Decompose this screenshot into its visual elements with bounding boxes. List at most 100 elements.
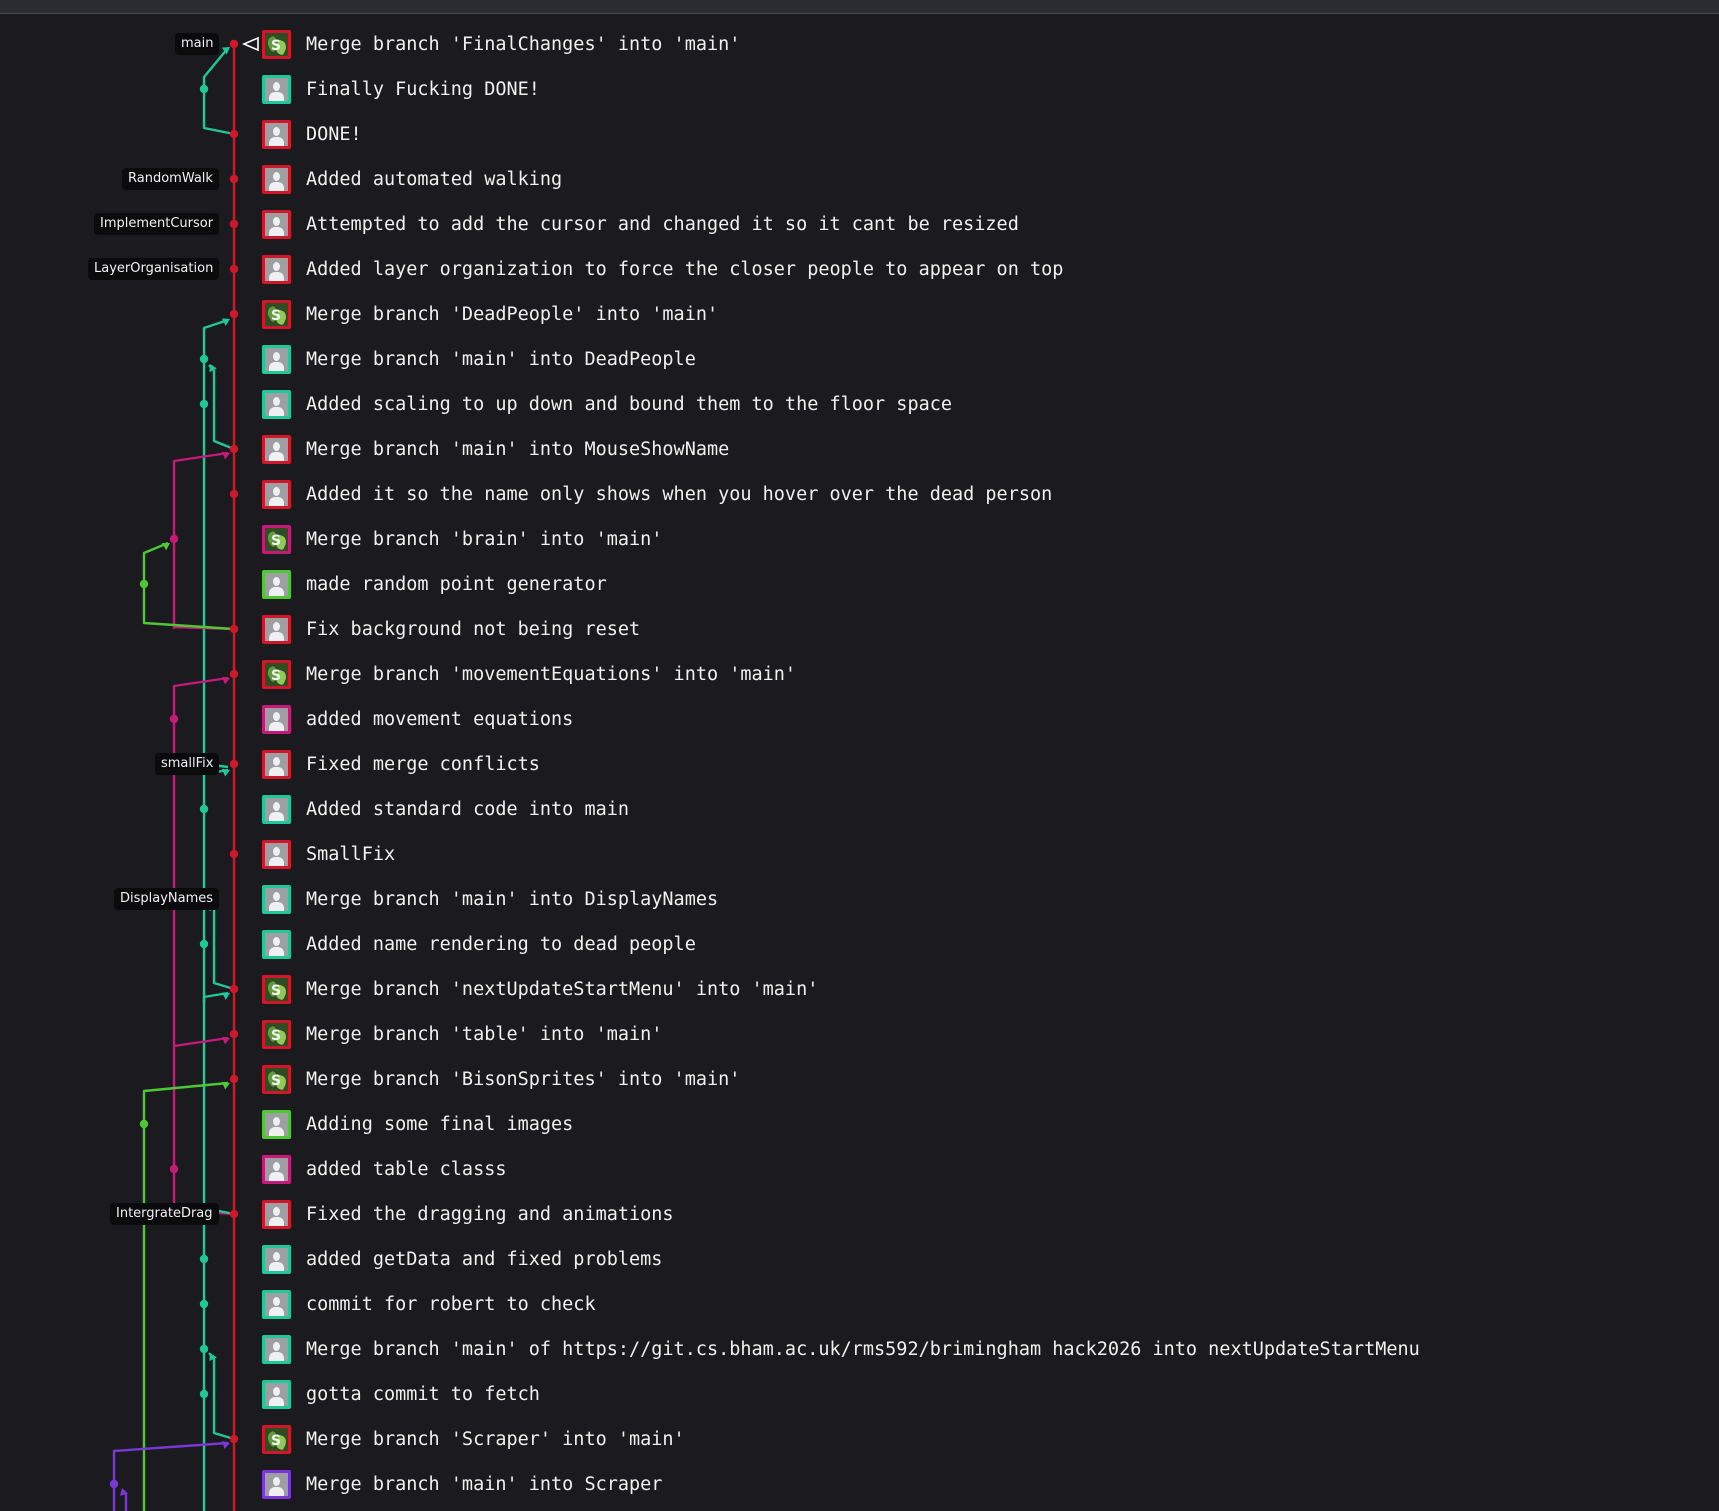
commit-message: Merge branch 'DeadPeople' into 'main'	[306, 304, 719, 325]
commit-node	[199, 1344, 209, 1354]
commit-message: added movement equations	[306, 709, 574, 730]
commit-node	[229, 1074, 239, 1084]
commit-row[interactable]: S Merge branch 'movementEquations' into '…	[262, 652, 1702, 697]
commit-message: Added automated walking	[306, 169, 563, 190]
commit-row[interactable]: gotta commit to fetch	[262, 1372, 1702, 1417]
commit-node	[229, 1434, 239, 1444]
commit-row[interactable]: Attempted to add the cursor and changed …	[262, 202, 1702, 247]
commit-row[interactable]: made random point generator	[262, 562, 1702, 607]
author-avatar	[262, 1200, 291, 1229]
commit-message: Merge branch 'main' of https://git.cs.bh…	[306, 1339, 1420, 1360]
commit-node	[169, 714, 179, 724]
branch-label[interactable]: IntergrateDrag	[110, 1203, 219, 1225]
commit-row[interactable]: Fixed the dragging and animations	[262, 1192, 1702, 1237]
author-avatar	[262, 210, 291, 239]
commit-message: Merge branch 'BisonSprites' into 'main'	[306, 1069, 741, 1090]
commit-row[interactable]: Fix background not being reset	[262, 607, 1702, 652]
commit-row[interactable]: Finally Fucking DONE!	[262, 67, 1702, 112]
commit-row[interactable]: Added automated walking	[262, 157, 1702, 202]
commit-node	[199, 399, 209, 409]
commit-node	[199, 354, 209, 364]
author-avatar	[262, 885, 291, 914]
commit-row[interactable]: commit for robert to check	[262, 1282, 1702, 1327]
branch-label[interactable]: LayerOrganisation	[88, 258, 220, 280]
branch-label[interactable]: DisplayNames	[114, 888, 220, 910]
commit-message: commit for robert to check	[306, 1294, 596, 1315]
commit-node	[229, 984, 239, 994]
author-avatar	[262, 435, 291, 464]
author-avatar	[262, 615, 291, 644]
commit-message: Merge branch 'main' into DeadPeople	[306, 349, 696, 370]
commit-row[interactable]: Merge branch 'main' into DisplayNames	[262, 877, 1702, 922]
commit-message: Merge branch 'FinalChanges' into 'main'	[306, 34, 741, 55]
author-avatar	[262, 165, 291, 194]
author-avatar	[262, 255, 291, 284]
commit-row[interactable]: added getData and fixed problems	[262, 1237, 1702, 1282]
commit-node	[229, 264, 239, 274]
author-photo-avatar: S	[262, 525, 291, 554]
commit-node	[139, 1119, 149, 1129]
commit-row[interactable]: S Merge branch 'nextUpdateStartMenu' into…	[262, 967, 1702, 1012]
graph-arrowhead	[222, 1440, 230, 1450]
author-avatar	[262, 120, 291, 149]
branch-label[interactable]: main	[175, 33, 220, 55]
author-avatar	[262, 390, 291, 419]
commit-message: Merge branch 'nextUpdateStartMenu' into …	[306, 979, 819, 1000]
commit-row[interactable]: DONE!	[262, 112, 1702, 157]
commit-node	[199, 1389, 209, 1399]
commit-node	[139, 579, 149, 589]
commit-node	[229, 669, 239, 679]
author-photo-avatar: S	[262, 1425, 291, 1454]
commit-node	[229, 174, 239, 184]
author-avatar	[262, 1110, 291, 1139]
graph-edge	[202, 318, 229, 404]
commit-row[interactable]: Added standard code into main	[262, 787, 1702, 832]
commit-row[interactable]: added table classs	[262, 1147, 1702, 1192]
commit-row[interactable]: SmallFix	[262, 832, 1702, 877]
commit-row[interactable]: Merge branch 'main' into DeadPeople	[262, 337, 1702, 382]
graph-edge	[208, 364, 235, 451]
branch-label[interactable]: RandomWalk	[122, 168, 219, 190]
commit-node	[199, 939, 209, 949]
head-pointer-icon	[241, 36, 259, 52]
commit-node	[169, 1164, 179, 1174]
commit-row[interactable]: S Merge branch 'FinalChanges' into 'main'	[262, 22, 1702, 67]
commit-message: added getData and fixed problems	[306, 1249, 663, 1270]
commit-row[interactable]: S Merge branch 'table' into 'main'	[262, 1012, 1702, 1057]
branch-label[interactable]: ImplementCursor	[94, 213, 220, 235]
commit-node	[199, 1254, 209, 1264]
commit-node	[109, 1479, 119, 1489]
commit-row[interactable]: Adding some final images	[262, 1102, 1702, 1147]
author-avatar	[262, 1245, 291, 1274]
commit-row[interactable]: Fixed merge conflicts	[262, 742, 1702, 787]
commit-message: Added layer organization to force the cl…	[306, 259, 1064, 280]
author-avatar	[262, 930, 291, 959]
commit-row[interactable]: Merge branch 'main' into MouseShowName	[262, 427, 1702, 472]
branch-label[interactable]: smallFix	[155, 753, 220, 775]
graph-edge	[202, 768, 229, 809]
commit-row[interactable]: Added name rendering to dead people	[262, 922, 1702, 967]
graph-arrowhead	[221, 676, 230, 685]
commit-row[interactable]: Added it so the name only shows when you…	[262, 472, 1702, 517]
commit-row[interactable]: Merge branch 'main' of https://git.cs.bh…	[262, 1327, 1702, 1372]
author-avatar	[262, 1470, 291, 1499]
commit-node	[229, 1029, 239, 1039]
commit-row[interactable]: S Merge branch 'brain' into 'main'	[262, 517, 1702, 562]
commit-row[interactable]: added movement equations	[262, 697, 1702, 742]
commit-message: Added name rendering to dead people	[306, 934, 696, 955]
author-avatar	[262, 1290, 291, 1319]
commit-row[interactable]: Merge branch 'main' into Scraper	[262, 1462, 1702, 1507]
commit-row[interactable]: S Merge branch 'DeadPeople' into 'main'	[262, 292, 1702, 337]
commit-row[interactable]: Added layer organization to force the cl…	[262, 247, 1702, 292]
author-avatar	[262, 705, 291, 734]
author-avatar	[262, 840, 291, 869]
author-avatar	[262, 345, 291, 374]
author-avatar	[262, 570, 291, 599]
commit-message: Fix background not being reset	[306, 619, 641, 640]
commit-node	[229, 309, 239, 319]
commit-row[interactable]: Added scaling to up down and bound them …	[262, 382, 1702, 427]
commit-message: Fixed merge conflicts	[306, 754, 540, 775]
commit-row[interactable]: S Merge branch 'Scraper' into 'main'	[262, 1417, 1702, 1462]
commit-row[interactable]: S Merge branch 'BisonSprites' into 'main'	[262, 1057, 1702, 1102]
graph-arrowhead	[221, 1036, 230, 1045]
